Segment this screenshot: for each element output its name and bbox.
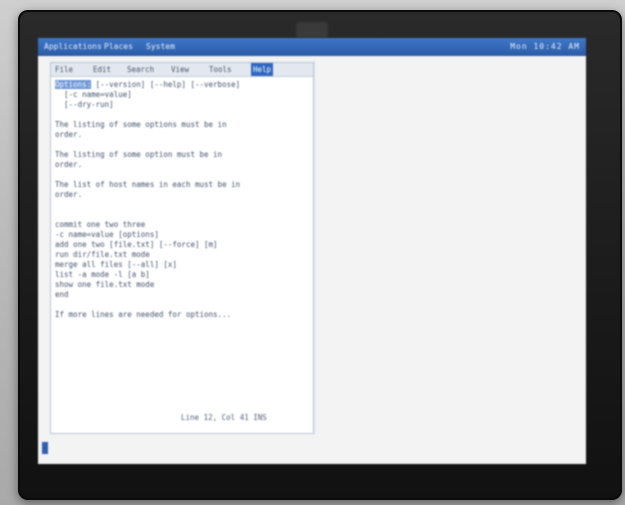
menu-file[interactable]: File <box>53 63 75 76</box>
panel-menu-system[interactable]: System <box>146 38 175 56</box>
editor-line: run dir/file.txt mode <box>55 250 150 259</box>
editor-line: The listing of some option must be in <box>55 150 223 159</box>
text-editor-window: File Edit Search View Tools Help Options… <box>50 62 314 434</box>
editor-line: The list of host names in each must be i… <box>55 180 241 189</box>
terminal-cursor <box>42 442 48 454</box>
menu-edit[interactable]: Edit <box>91 63 113 76</box>
editor-menubar: File Edit Search View Tools Help <box>51 63 313 77</box>
editor-line: end <box>55 290 69 299</box>
pane-divider[interactable] <box>314 60 315 434</box>
menu-search[interactable]: Search <box>125 63 156 76</box>
screen: Applications Places System Mon 10:42 AM … <box>38 38 586 464</box>
top-panel: Applications Places System Mon 10:42 AM <box>38 38 586 56</box>
menu-tools[interactable]: Tools <box>207 63 234 76</box>
editor-line: commit one two three <box>55 220 146 229</box>
editor-line: merge all files [--all] [x] <box>55 260 177 269</box>
editor-line: list -a mode -l [a b] <box>55 270 150 279</box>
editor-line: -c name=value [options] <box>55 230 159 239</box>
editor-line: order. <box>55 190 83 199</box>
panel-clock[interactable]: Mon 10:42 AM <box>510 38 580 56</box>
editor-line: Options: [--version] [--help] [--verbose… <box>55 80 241 89</box>
editor-line: [-c name=value] <box>55 90 132 99</box>
editor-text-area[interactable]: Options: [--version] [--help] [--verbose… <box>55 80 309 380</box>
selected-word: Options: <box>55 80 92 89</box>
menu-view[interactable]: View <box>169 63 191 76</box>
webcam <box>296 22 328 38</box>
editor-line: If more lines are needed for options... <box>55 310 232 319</box>
editor-line: show one file.txt mode <box>55 280 155 289</box>
panel-menu-places[interactable]: Places <box>104 38 133 56</box>
editor-line: order. <box>55 130 83 139</box>
editor-line: [--dry-run] <box>55 100 114 109</box>
editor-line: The listing of some options must be in <box>55 120 227 129</box>
editor-line: add one two [file.txt] [--force] [m] <box>55 240 218 249</box>
menu-help[interactable]: Help <box>251 63 274 76</box>
editor-status: Line 12, Col 41 INS <box>181 413 267 422</box>
panel-menu-applications[interactable]: Applications <box>44 38 102 56</box>
editor-line: order. <box>55 160 83 169</box>
